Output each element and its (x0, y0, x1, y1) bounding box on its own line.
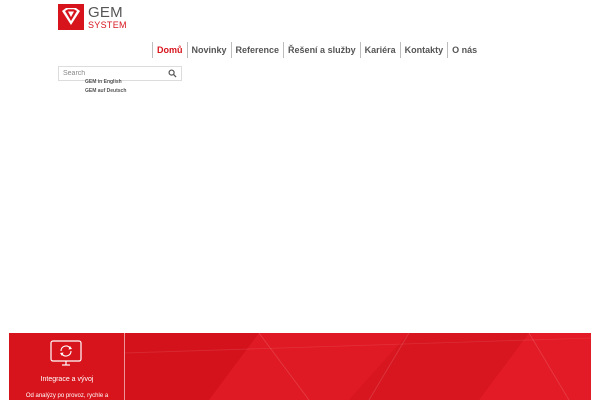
service-card-description: Od analýzy po provoz, rychle a (25, 393, 109, 399)
service-card-integrace[interactable]: Integrace a vývoj Od analýzy po provoz, … (9, 333, 125, 400)
lang-link-english[interactable]: GEM in English (85, 78, 126, 87)
nav-item-domu[interactable]: Domů (152, 42, 187, 58)
logo-subname: SYSTEM (88, 19, 127, 30)
hero-banner: Integrace a vývoj Od analýzy po provoz, … (9, 333, 591, 400)
lang-link-deutsch[interactable]: GEM auf Deutsch (85, 87, 126, 96)
nav-item-reseni-a-sluzby[interactable]: Řešení a služby (283, 42, 360, 58)
nav-item-kariera[interactable]: Kariéra (359, 42, 400, 58)
logo-gem-icon (58, 4, 84, 30)
search-icon[interactable] (168, 69, 177, 78)
language-links: GEM in English GEM auf Deutsch (85, 78, 126, 96)
monitor-sync-icon (50, 340, 82, 366)
logo-name: GEM (88, 3, 123, 21)
nav-item-reference[interactable]: Reference (230, 42, 284, 58)
nav-item-o-nas[interactable]: O nás (447, 42, 481, 58)
nav-item-novinky[interactable]: Novinky (186, 42, 231, 58)
nav-item-kontakty[interactable]: Kontakty (399, 42, 448, 58)
logo[interactable]: GEM SYSTEM (58, 3, 128, 31)
main-nav: Domů Novinky Reference Řešení a služby K… (152, 41, 481, 59)
service-card-title: Integrace a vývoj (40, 376, 94, 383)
